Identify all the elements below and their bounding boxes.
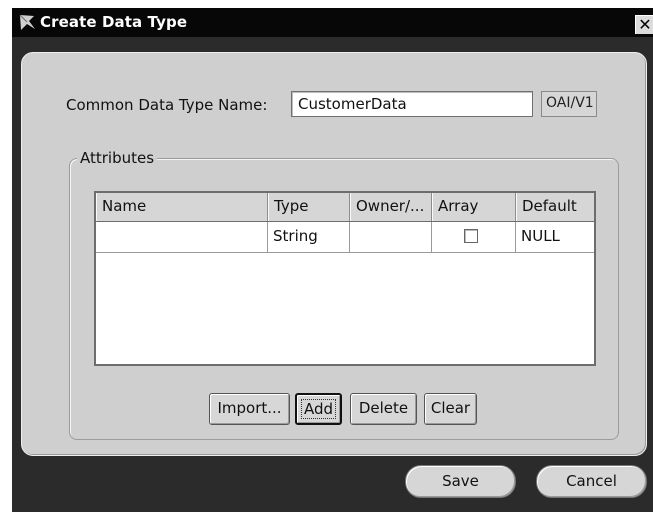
title-bar[interactable]: Create Data Type ✕ bbox=[12, 8, 653, 37]
close-icon[interactable]: ✕ bbox=[635, 15, 653, 34]
array-checkbox[interactable] bbox=[464, 229, 478, 243]
attributes-table: Name Type Owner/... Array Default String… bbox=[94, 191, 596, 366]
add-button-label: Add bbox=[300, 399, 337, 419]
dialog-window: Create Data Type ✕ Common Data Type Name… bbox=[12, 8, 653, 512]
table-header: Name Type Owner/... Array Default bbox=[96, 193, 594, 222]
data-type-icon bbox=[18, 13, 37, 32]
cell-type[interactable]: String bbox=[268, 222, 350, 252]
column-header-default[interactable]: Default bbox=[516, 193, 594, 221]
add-button[interactable]: Add bbox=[295, 393, 342, 425]
window-title: Create Data Type bbox=[40, 13, 188, 31]
column-header-name[interactable]: Name bbox=[96, 193, 268, 221]
delete-button[interactable]: Delete bbox=[350, 393, 417, 425]
column-header-type[interactable]: Type bbox=[268, 193, 350, 221]
dialog-content: Common Data Type Name: CustomerData OAI/… bbox=[21, 52, 647, 456]
namespace-field: OAI/V1 bbox=[541, 91, 597, 117]
column-header-owner[interactable]: Owner/... bbox=[350, 193, 432, 221]
cell-array bbox=[432, 222, 516, 252]
data-type-name-input[interactable]: CustomerData bbox=[291, 91, 533, 117]
table-row[interactable]: String NULL bbox=[96, 222, 594, 253]
cancel-button[interactable]: Cancel bbox=[536, 465, 647, 498]
save-button[interactable]: Save bbox=[405, 465, 516, 498]
clear-button[interactable]: Clear bbox=[424, 393, 477, 425]
cell-name[interactable] bbox=[96, 222, 268, 252]
attributes-group-label: Attributes bbox=[77, 149, 158, 167]
data-type-name-label: Common Data Type Name: bbox=[66, 96, 268, 114]
import-button[interactable]: Import... bbox=[209, 393, 290, 425]
column-header-array[interactable]: Array bbox=[432, 193, 516, 221]
cell-owner[interactable] bbox=[350, 222, 432, 252]
cell-default[interactable]: NULL bbox=[516, 222, 594, 252]
